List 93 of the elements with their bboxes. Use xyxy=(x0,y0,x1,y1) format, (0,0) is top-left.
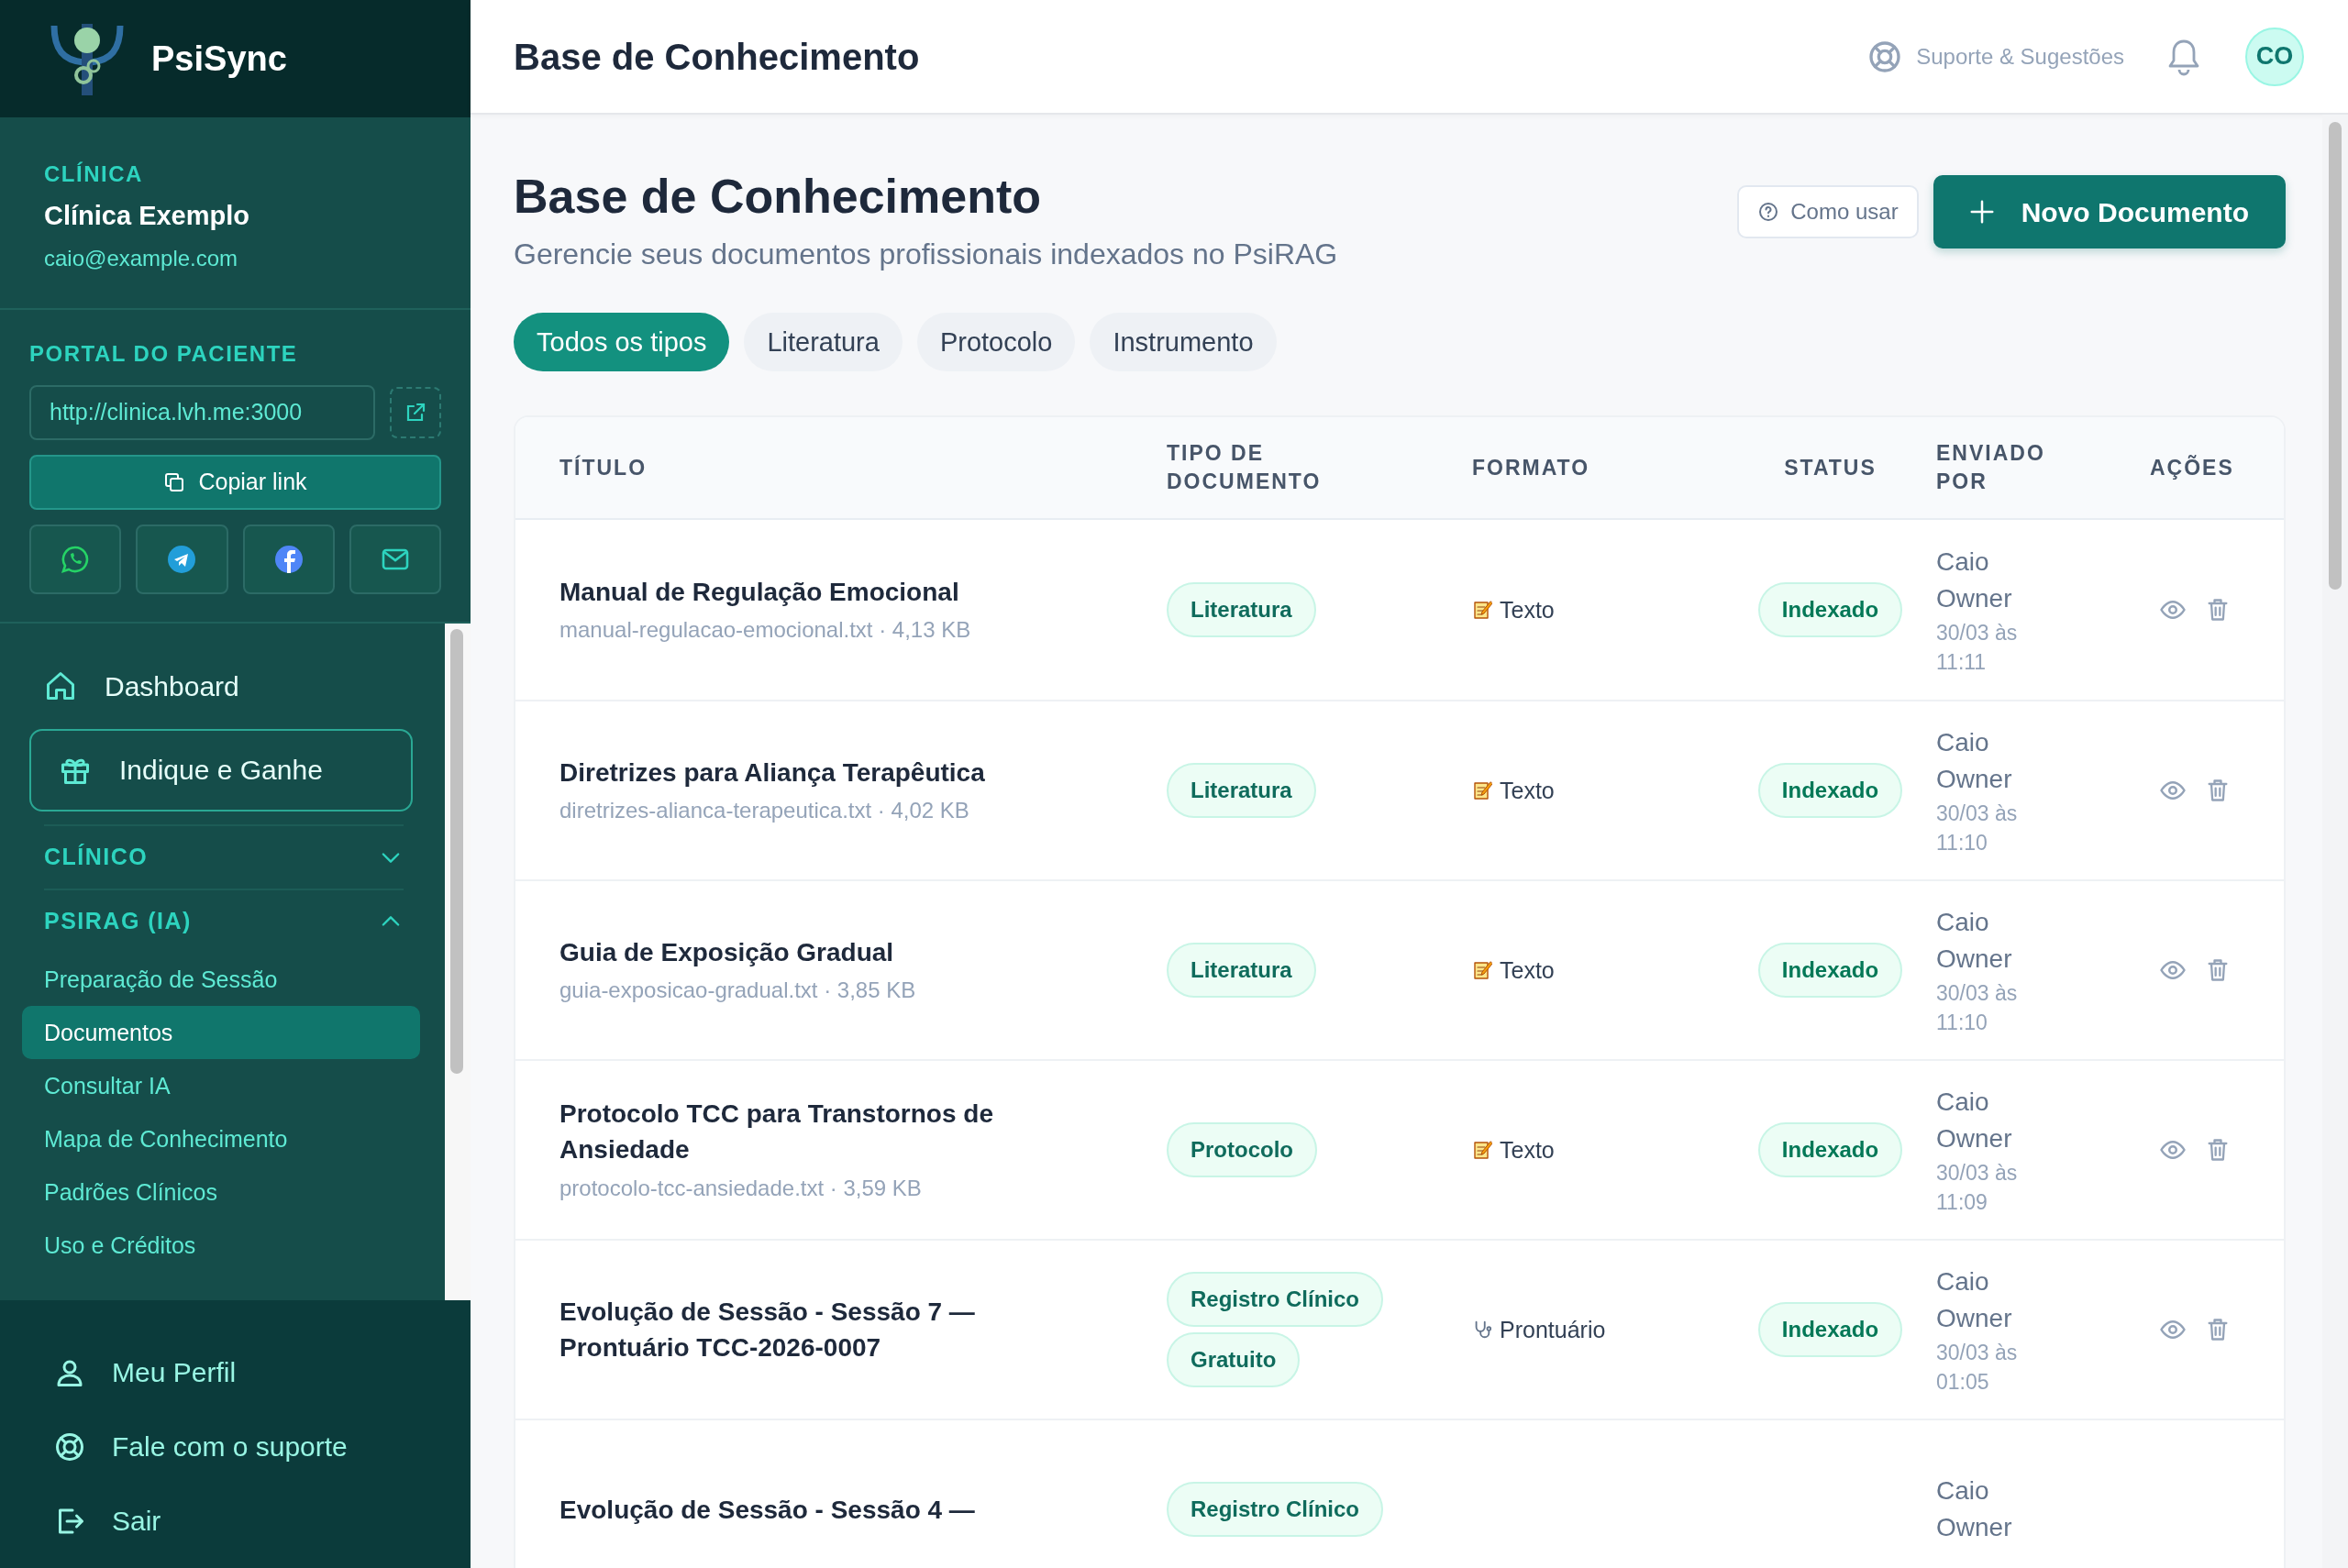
page-title: Base de Conhecimento xyxy=(514,169,1043,225)
column-header: FORMATO xyxy=(1472,455,1590,480)
upload-date: 30/03 às 11:11 xyxy=(1936,619,2019,676)
file-info: guia-exposicao-gradual.txt · 3,85 KB xyxy=(559,977,917,1004)
file-info: manual-regulacao-emocional.txt · 4,13 KB xyxy=(559,616,972,644)
scrollbar[interactable] xyxy=(445,623,471,1300)
column-header: AÇÕES xyxy=(2150,455,2234,480)
nav-item[interactable]: Sair xyxy=(0,1484,215,1558)
upload-date: 30/03 às 11:10 xyxy=(1936,800,2019,856)
nav-item[interactable]: Preparação de Sessão xyxy=(22,952,420,1006)
file-info: diretrizes-alianca-terapeutica.txt · 4,02 KB xyxy=(559,797,970,824)
copy-link-button[interactable]: Copiar link xyxy=(29,454,441,510)
paper-plane-icon xyxy=(167,544,197,574)
status-tag: Indexado xyxy=(1757,763,1903,819)
status-tag: Indexado xyxy=(1757,1302,1903,1358)
upload-date: 30/03 às 01:05 xyxy=(1936,1339,2019,1396)
document-title[interactable]: Guia de Exposição Gradual xyxy=(559,933,1018,970)
share-button[interactable] xyxy=(29,524,122,594)
document-title[interactable]: Protocolo TCC para Transtornos de Ansiedade xyxy=(559,1096,1018,1168)
type-tag: Registro Clínico xyxy=(1167,1482,1384,1538)
nav-item[interactable]: Documentos xyxy=(22,1005,420,1059)
question-icon xyxy=(1757,201,1780,223)
column-header: ENVIADO POR xyxy=(1936,440,2045,496)
referral-button[interactable]: Indique e Ganhe xyxy=(29,728,413,812)
memo-icon xyxy=(1472,600,1492,621)
envelope-icon xyxy=(381,547,409,570)
nav-item[interactable]: Mapa de Conhecimento xyxy=(22,1111,420,1165)
memo-icon xyxy=(1472,960,1492,981)
filter-tab[interactable]: Protocolo xyxy=(916,313,1076,372)
author-name: Caio Owner xyxy=(1936,906,2013,976)
scrollbar[interactable] xyxy=(2322,115,2348,1568)
format-label: Texto xyxy=(1500,776,1555,805)
status-tag: Indexado xyxy=(1757,1122,1903,1178)
type-tag: Literatura xyxy=(1167,763,1316,819)
share-button[interactable] xyxy=(349,524,441,594)
type-tag: Literatura xyxy=(1167,943,1316,999)
status-tag: Indexado xyxy=(1757,943,1903,999)
author-name: Caio Owner xyxy=(1936,546,2013,615)
new-document-button[interactable]: Novo Documento xyxy=(1933,175,2286,248)
nav-item[interactable]: Fale com o suporte xyxy=(0,1409,401,1484)
file-info: protocolo-tcc-ansiedade.txt · 3,59 KB xyxy=(559,1174,923,1202)
help-button[interactable]: Como usar xyxy=(1737,185,1919,238)
page-header-title: Base de Conhecimento xyxy=(514,35,920,79)
filter-tab[interactable]: Todos os tipos xyxy=(514,313,730,372)
column-header: TIPO DE DOCUMENTO xyxy=(1167,440,1322,496)
nav-item[interactable]: Uso e Créditos xyxy=(22,1218,420,1272)
nav-item[interactable]: Dashboard xyxy=(22,656,261,716)
nav-item[interactable]: Consultar IA xyxy=(22,1058,420,1112)
share-button[interactable] xyxy=(136,524,228,594)
format-label: Texto xyxy=(1500,955,1555,985)
type-tag: Protocolo xyxy=(1167,1122,1317,1178)
section-toggle[interactable]: CLÍNICO xyxy=(44,823,404,889)
author-name: Caio Owner xyxy=(1936,1265,2013,1335)
url-field[interactable]: http://clinica.lvh.me:3000 xyxy=(29,384,375,440)
type-tag: Literatura xyxy=(1167,582,1316,638)
column-header: TÍTULO xyxy=(559,455,648,480)
author-name: Caio Owner xyxy=(1936,1086,2013,1155)
user-avatar[interactable]: CO xyxy=(2245,27,2304,86)
copy-icon xyxy=(163,470,186,493)
section-toggle[interactable]: PSIRAG (IA) xyxy=(44,888,404,953)
upload-date: 30/03 às 11:10 xyxy=(1936,979,2019,1036)
memo-icon xyxy=(1472,1140,1492,1161)
open-link-button[interactable] xyxy=(390,386,441,438)
author-name: Caio Owner xyxy=(1936,726,2013,796)
share-button[interactable] xyxy=(242,524,335,594)
type-tag: Gratuito xyxy=(1167,1332,1301,1388)
filter-tab[interactable]: Literatura xyxy=(744,313,903,372)
house-icon xyxy=(44,669,77,702)
clinic-name: Clínica Exemplo xyxy=(44,200,250,232)
nav-item[interactable]: Padrões Clínicos xyxy=(22,1165,420,1219)
format-label: Texto xyxy=(1500,595,1555,624)
memo-icon xyxy=(1472,780,1492,801)
author-name: Caio Owner xyxy=(1936,1474,2013,1544)
document-title[interactable]: Diretrizes para Aliança Terapêutica xyxy=(559,754,1018,790)
section-label: PORTAL DO PACIENTE xyxy=(29,339,299,368)
clinic-email: caio@example.com xyxy=(44,244,239,272)
filter-tab[interactable]: Instrumento xyxy=(1090,313,1277,372)
format-label: Prontuário xyxy=(1500,1315,1606,1344)
column-header: STATUS xyxy=(1784,455,1877,480)
f-circle-icon xyxy=(273,544,304,574)
page-subtitle: Gerencie seus documentos profissionais indexados no PsiRAG xyxy=(514,237,1338,273)
document-title[interactable]: Evolução de Sessão - Sessão 4 — xyxy=(559,1491,1018,1528)
external-link-icon xyxy=(404,401,426,424)
upload-date: 30/03 às 11:09 xyxy=(1936,1159,2019,1216)
document-title[interactable]: Manual de Regulação Emocional xyxy=(559,573,1018,610)
status-tag: Indexado xyxy=(1757,582,1903,638)
type-tag: Registro Clínico xyxy=(1167,1272,1384,1328)
brand-name: PsiSync xyxy=(151,38,287,80)
phone-bubble-icon xyxy=(61,544,91,574)
document-title[interactable]: Evolução de Sessão - Sessão 7 — Prontuário TCC-2026-0007 xyxy=(559,1294,1018,1366)
format-label: Texto xyxy=(1500,1135,1555,1165)
nav-item[interactable]: Meu Perfil xyxy=(0,1335,290,1409)
section-label: CLÍNICA xyxy=(44,160,144,188)
